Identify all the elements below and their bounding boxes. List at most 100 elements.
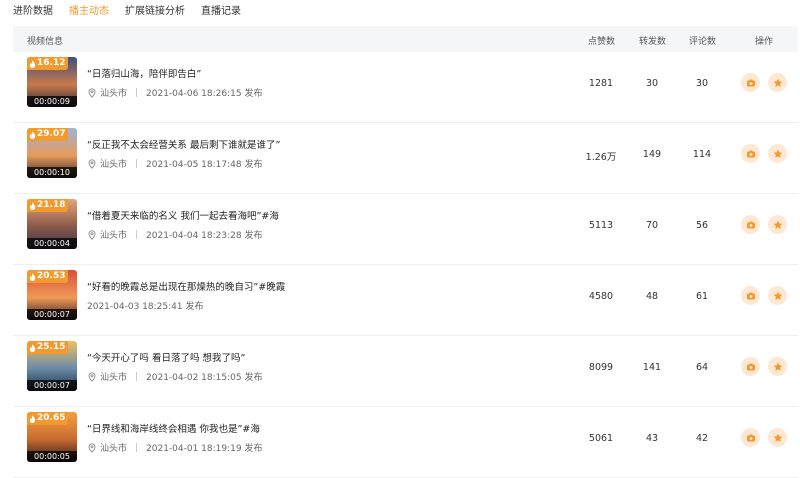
table-row: 20.53 00:00:07 “好看的晚霞总是出现在那燥热的晚自习”#晚霞 2021-…: [13, 265, 798, 336]
video-thumbnail[interactable]: 20.65 00:00:05: [27, 412, 77, 462]
heat-badge: 21.18: [27, 199, 69, 212]
heat-value: 29.07: [37, 129, 66, 139]
table-body: 16.12 00:00:09 “日落归山海，陪伴即告白” 汕头市 2021-04-06 …: [13, 52, 798, 478]
meta-divider: [136, 443, 138, 452]
video-duration: 00:00:07: [27, 309, 77, 320]
location-pin-icon: [88, 87, 96, 98]
video-action-button[interactable]: [741, 215, 760, 234]
video-meta: 2021-04-03 18:25:41 发布: [87, 299, 203, 312]
video-thumbnail[interactable]: 20.53 00:00:07: [27, 270, 77, 320]
heat-badge: 16.12: [27, 57, 69, 70]
video-title[interactable]: “日界线和海岸线终会相遇 你我也是”#海: [87, 421, 260, 435]
video-thumbnail[interactable]: 16.12 00:00:09: [27, 57, 77, 107]
flame-icon: [29, 59, 36, 68]
comments-count: 64: [695, 362, 709, 373]
star-icon: [773, 220, 782, 229]
video-camera-icon: [746, 292, 755, 299]
video-location: 汕头市: [100, 89, 128, 99]
favorite-button[interactable]: [768, 286, 787, 305]
location-pin-icon: [88, 158, 96, 169]
likes-count: 5113: [588, 220, 614, 231]
video-location: 汕头市: [100, 444, 128, 454]
table-row: 20.65 00:00:05 “日界线和海岸线终会相遇 你我也是”#海汕头市 2021…: [13, 407, 798, 478]
heat-value: 25.15: [37, 342, 66, 352]
tab-0[interactable]: 进阶数据: [13, 0, 53, 24]
favorite-button[interactable]: [768, 144, 787, 163]
favorite-button[interactable]: [768, 428, 787, 447]
favorite-button[interactable]: [768, 73, 787, 92]
video-action-button[interactable]: [741, 357, 760, 376]
favorite-button[interactable]: [768, 357, 787, 376]
video-camera-icon: [746, 363, 755, 370]
likes-count: 1.26万: [585, 152, 617, 163]
star-icon: [773, 149, 782, 158]
video-action-button[interactable]: [741, 73, 760, 92]
video-thumbnail[interactable]: 25.15 00:00:07: [27, 341, 77, 391]
heat-badge: 20.53: [27, 270, 69, 283]
meta-divider: [136, 230, 138, 239]
video-title[interactable]: “借着夏天来临的名义 我们一起去看海吧”#海: [87, 208, 279, 222]
meta-divider: [136, 159, 138, 168]
flame-icon: [29, 201, 36, 210]
comments-count: 114: [692, 149, 712, 160]
video-meta: 汕头市 2021-04-05 18:17:48 发布: [87, 157, 262, 170]
video-meta: 汕头市 2021-04-02 18:15:05 发布: [87, 370, 262, 383]
likes-count: 4580: [588, 291, 614, 302]
video-action-button[interactable]: [741, 144, 760, 163]
likes-count: 8099: [588, 362, 614, 373]
flame-icon: [29, 414, 36, 423]
video-location: 汕头市: [100, 231, 128, 241]
video-title[interactable]: “今天开心了吗 看日落了吗 想我了吗”: [87, 350, 245, 364]
video-meta: 汕头市 2021-04-01 18:19:19 发布: [87, 441, 262, 454]
video-title[interactable]: “好看的晚霞总是出现在那燥热的晚自习”#晚霞: [87, 279, 285, 293]
tab-bar: 进阶数据 播主动态 扩展链接分析 直播记录: [0, 0, 800, 24]
meta-divider: [136, 372, 138, 381]
star-icon: [773, 362, 782, 371]
video-duration: 00:00:04: [27, 238, 77, 249]
video-location: 汕头市: [100, 160, 128, 170]
favorite-button[interactable]: [768, 215, 787, 234]
comments-count: 30: [695, 78, 709, 89]
shares-count: 30: [645, 78, 659, 89]
star-icon: [773, 291, 782, 300]
meta-divider: [136, 88, 138, 97]
video-publish-time: 2021-04-05 18:17:48 发布: [146, 160, 263, 170]
video-publish-time: 2021-04-02 18:15:05 发布: [146, 373, 263, 383]
video-title[interactable]: “反正我不太会经营关系 最后剩下谁就是谁了”: [87, 137, 280, 151]
location-pin-icon: [88, 442, 96, 453]
flame-icon: [29, 343, 36, 352]
header-video-info: 视频信息: [27, 37, 64, 47]
heat-badge: 29.07: [27, 128, 69, 141]
header-shares: 转发数: [639, 37, 667, 47]
location-pin-icon: [88, 229, 96, 240]
shares-count: 141: [642, 362, 662, 373]
likes-count: 1281: [588, 78, 614, 89]
table-header: 视频信息 点赞数 转发数 评论数 操作: [13, 26, 798, 52]
video-thumbnail[interactable]: 21.18 00:00:04: [27, 199, 77, 249]
video-publish-time: 2021-04-06 18:26:15 发布: [146, 89, 263, 99]
location-pin-icon: [88, 371, 96, 382]
tab-3[interactable]: 直播记录: [201, 0, 241, 24]
video-duration: 00:00:10: [27, 167, 77, 178]
video-action-button[interactable]: [741, 286, 760, 305]
video-publish-time: 2021-04-01 18:19:19 发布: [146, 444, 263, 454]
header-comments: 评论数: [689, 37, 717, 47]
comments-count: 42: [695, 433, 709, 444]
tab-1[interactable]: 播主动态: [69, 0, 109, 24]
heat-value: 16.12: [37, 58, 66, 68]
shares-count: 43: [645, 433, 659, 444]
video-title[interactable]: “日落归山海，陪伴即告白”: [87, 66, 201, 80]
header-actions: 操作: [755, 37, 774, 47]
video-action-button[interactable]: [741, 428, 760, 447]
heat-value: 20.53: [37, 271, 66, 281]
tab-2[interactable]: 扩展链接分析: [125, 0, 185, 24]
video-camera-icon: [746, 150, 755, 157]
flame-icon: [29, 272, 36, 281]
flame-icon: [29, 130, 36, 139]
video-thumbnail[interactable]: 29.07 00:00:10: [27, 128, 77, 178]
video-publish-time: 2021-04-04 18:23:28 发布: [146, 231, 263, 241]
heat-value: 20.65: [37, 413, 66, 423]
comments-count: 56: [695, 220, 709, 231]
star-icon: [773, 78, 782, 87]
table-row: 25.15 00:00:07 “今天开心了吗 看日落了吗 想我了吗” 汕头市 2021-…: [13, 336, 798, 407]
